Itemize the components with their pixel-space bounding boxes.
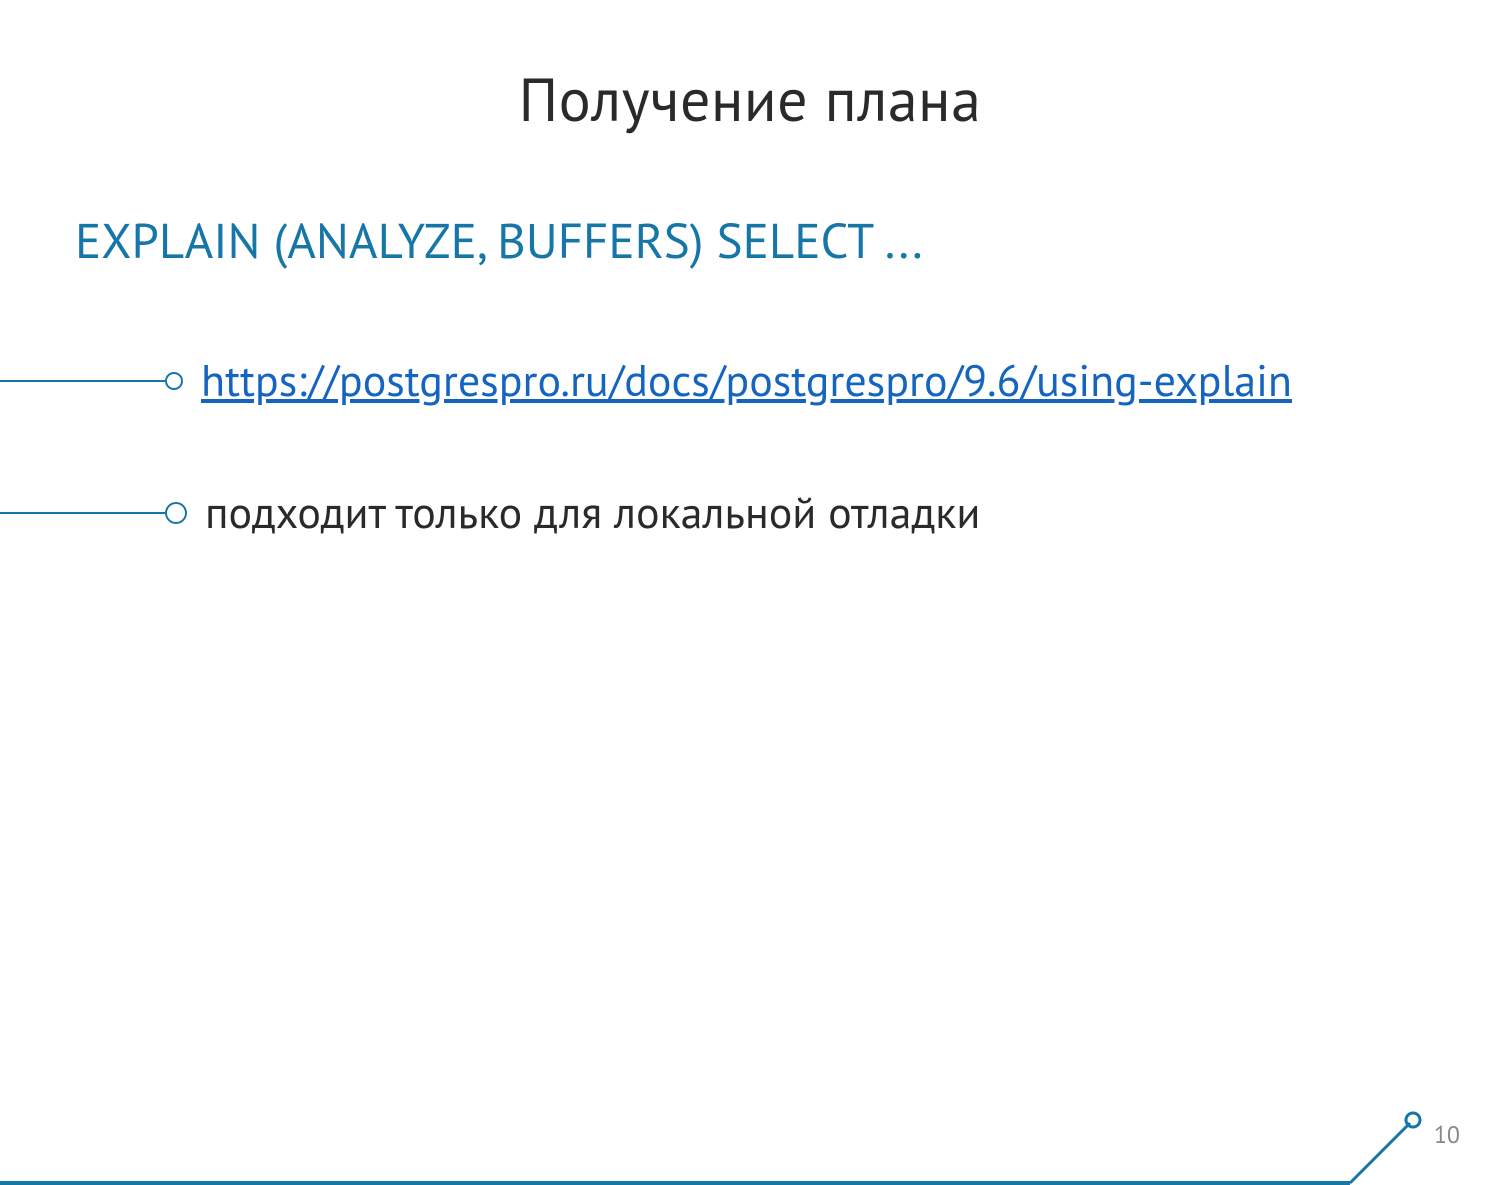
bottom-accent-decoration [0, 1105, 1500, 1185]
bullet-circle-icon [165, 372, 183, 390]
slide-content: EXPLAIN (ANALYZE, BUFFERS) SELECT ... ht… [0, 208, 1500, 541]
bullet-text: подходит только для локальной отладки [205, 484, 980, 541]
documentation-link[interactable]: https://postgrespro.ru/docs/postgrespro/… [201, 352, 1292, 409]
slide-title: Получение плана [0, 60, 1500, 138]
page-number: 10 [1434, 1119, 1460, 1150]
bullet-connector-line [0, 512, 165, 514]
bullet-item: https://postgrespro.ru/docs/postgrespro/… [0, 352, 1500, 409]
subtitle: EXPLAIN (ANALYZE, BUFFERS) SELECT ... [75, 208, 1500, 272]
bullet-connector-line [0, 380, 165, 382]
bullet-circle-icon [165, 502, 187, 524]
bullet-item: подходит только для локальной отладки [0, 484, 1500, 541]
